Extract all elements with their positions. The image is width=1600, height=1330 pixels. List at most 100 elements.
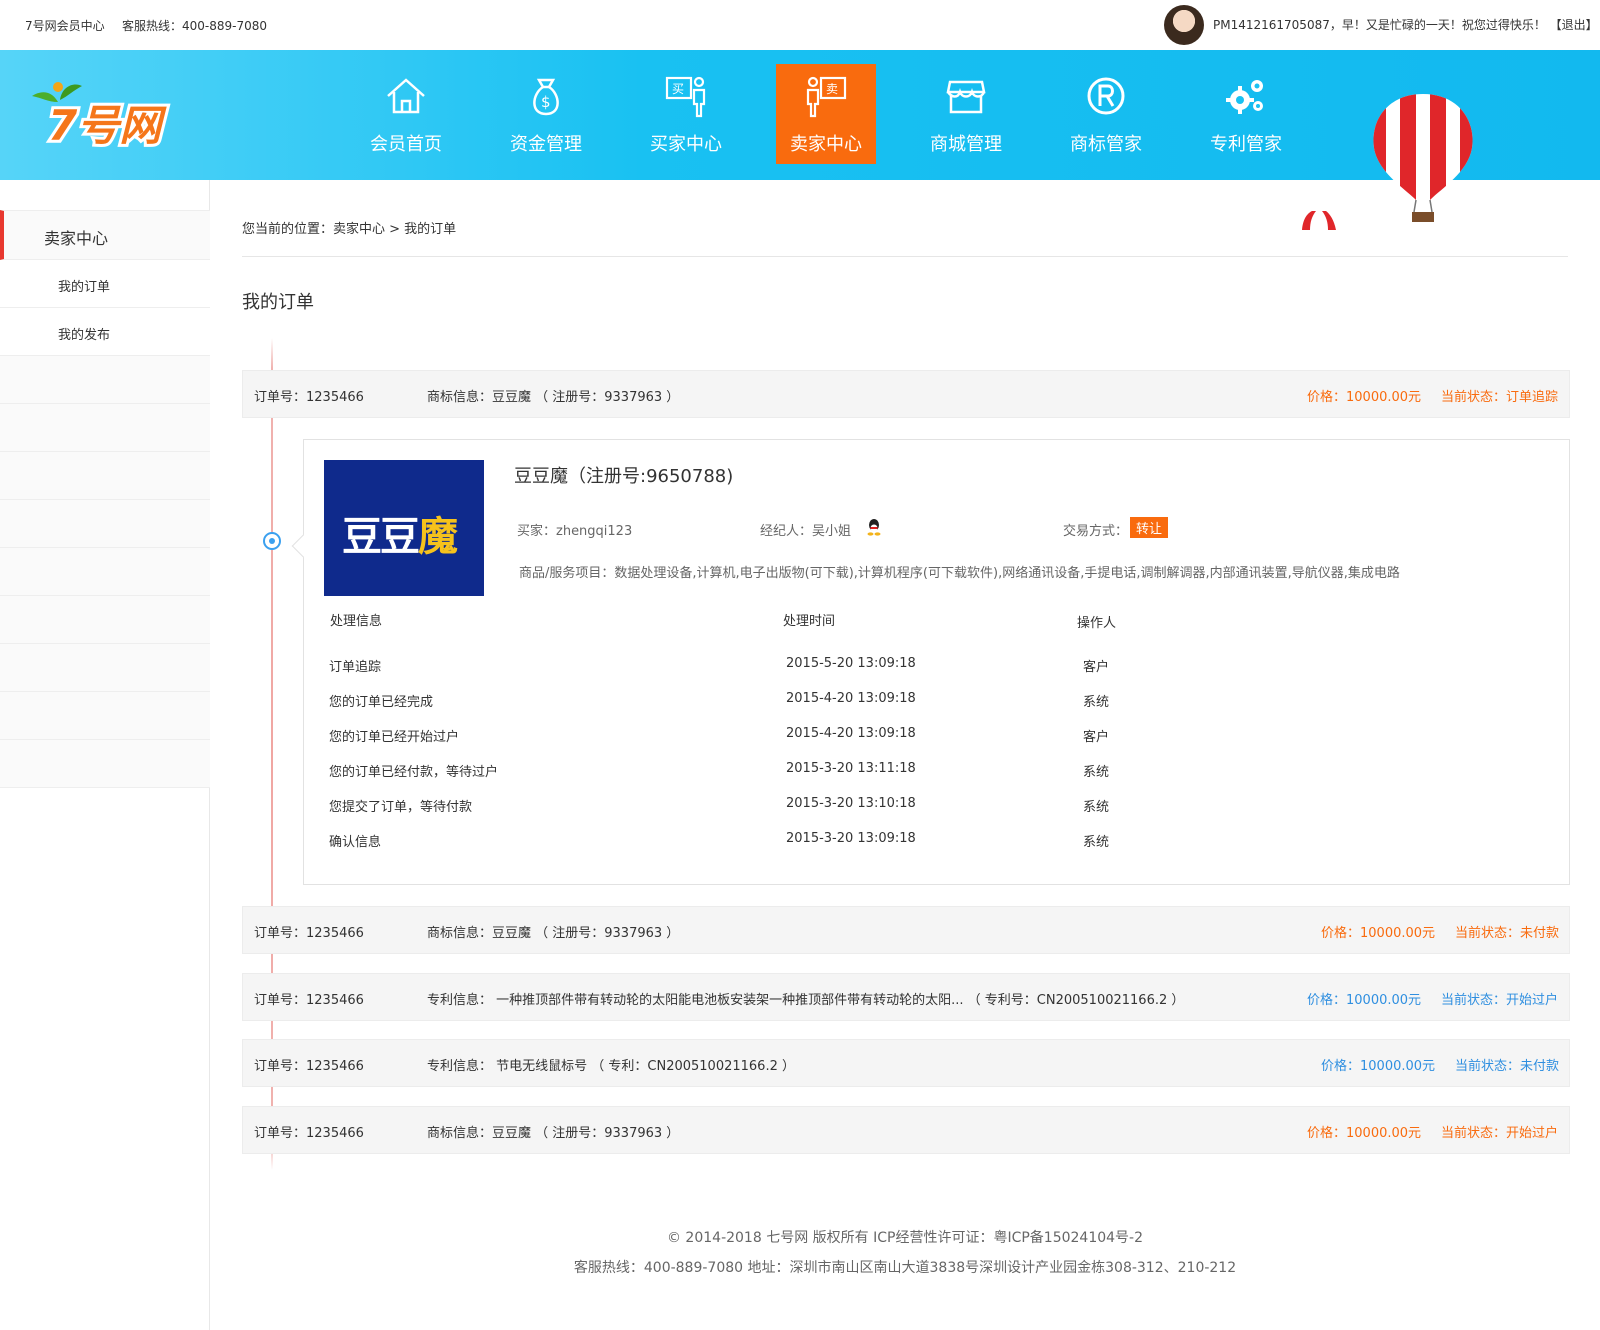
buyer-info: 买家：zhengqi123 (517, 524, 633, 539)
sidebar: 卖家中心 我的订单 我的发布 (0, 180, 210, 1330)
site-name[interactable]: 7号网会员中心 (25, 17, 105, 34)
log-row: 确认信息 2015-3-20 13:09:18 系统 (304, 823, 1571, 857)
order-row[interactable]: 订单号：1235466 专利信息： 节电无线鼠标号 （ 专利：CN2005100… (242, 1039, 1570, 1087)
greeting-text: PM1412161705087，早！又是忙碌的一天！祝您过得快乐！ (1213, 18, 1546, 32)
sidebar-header-label: 卖家中心 (44, 229, 109, 248)
log-operator: 系统 (1083, 800, 1110, 815)
svg-text:买: 买 (672, 82, 684, 96)
sidebar-spacer (0, 452, 210, 500)
log-time: 2015-3-20 13:11:18 (786, 761, 916, 776)
log-row: 您提交了订单，等待付款 2015-3-20 13:10:18 系统 (304, 788, 1571, 822)
trade-method-badge: 转让 (1130, 517, 1169, 538)
nav-funds[interactable]: $ 资金管理 (496, 64, 596, 164)
seller-icon: 卖 (806, 76, 847, 118)
qq-icon[interactable] (866, 518, 882, 536)
sidebar-item-label: 我的发布 (58, 328, 111, 343)
breadcrumb: 您当前的位置：卖家中心 > 我的订单 (242, 222, 457, 237)
svg-text:卖: 卖 (826, 82, 838, 96)
log-operator: 系统 (1083, 835, 1110, 850)
trademark-image: 豆豆魔 (324, 460, 484, 596)
log-info: 确认信息 (329, 835, 382, 850)
order-price: 价格：10000.00元 (1307, 1126, 1422, 1141)
order-number: 订单号：1235466 (254, 993, 364, 1008)
goods-services: 商品/服务项目：数据处理设备,计算机,电子出版物(可下载),计算机程序(可下载软… (519, 566, 1400, 581)
log-row: 您的订单已经付款，等待过户 2015-3-20 13:11:18 系统 (304, 753, 1571, 787)
order-status[interactable]: 当前状态：开始过户 (1441, 1122, 1558, 1141)
nav-label: 商标管家 (1070, 134, 1142, 155)
divider (242, 256, 1568, 257)
hotline-text: 客服热线：400-889-7080 (122, 19, 268, 33)
nav-label: 会员首页 (370, 134, 442, 155)
log-operator: 系统 (1083, 695, 1110, 710)
trademark-image-text: 豆豆魔 (342, 504, 458, 562)
nav-label: 买家中心 (650, 134, 722, 155)
log-time: 2015-3-20 13:09:18 (786, 831, 916, 846)
registered-icon (1087, 77, 1125, 115)
sidebar-spacer (0, 404, 210, 452)
log-row: 您的订单已经开始过户 2015-4-20 13:09:18 客户 (304, 718, 1571, 752)
nav-home[interactable]: 会员首页 (356, 64, 456, 164)
nav-label: 专利管家 (1210, 134, 1282, 155)
log-row: 订单追踪 2015-5-20 13:09:18 客户 (304, 648, 1571, 682)
sidebar-item-label: 我的订单 (58, 280, 111, 295)
order-status[interactable]: 当前状态：订单追踪 (1441, 386, 1558, 405)
card-pointer (291, 534, 315, 558)
order-price: 价格：10000.00元 (1321, 926, 1436, 941)
nav-mall[interactable]: 商城管理 (916, 64, 1016, 164)
log-info: 您的订单已经付款，等待过户 (329, 765, 499, 780)
nav-buyer[interactable]: 买 买家中心 (636, 64, 736, 164)
svg-text:$: $ (541, 93, 551, 111)
nav-label: 商城管理 (930, 134, 1002, 155)
page-title: 我的订单 (242, 292, 314, 313)
trademark-text-a: 豆豆 (342, 514, 420, 560)
order-number: 订单号：1235466 (254, 1126, 364, 1141)
nav-trademark[interactable]: 商标管家 (1056, 64, 1156, 164)
logo-text: 7号网 (48, 101, 167, 148)
order-number: 订单号：1235466 (254, 1059, 364, 1074)
order-status[interactable]: 当前状态：未付款 (1455, 922, 1559, 941)
home-icon (387, 78, 425, 114)
footer-contact: 客服热线：400-889-7080 地址：深圳市南山区南山大道3838号深圳设计… (573, 1260, 1237, 1276)
greeting: PM1412161705087，早！又是忙碌的一天！祝您过得快乐！ 【退出】 (1213, 16, 1598, 33)
balloon-decoration (1373, 94, 1473, 222)
store-icon (946, 80, 986, 114)
sidebar-spacer (0, 596, 210, 644)
timeline-dot-icon (263, 532, 281, 550)
order-status[interactable]: 当前状态：开始过户 (1441, 989, 1558, 1008)
order-price: 价格：10000.00元 (1307, 390, 1422, 405)
log-operator: 客户 (1083, 660, 1110, 675)
user-avatar[interactable] (1164, 5, 1204, 45)
log-operator: 系统 (1083, 765, 1110, 780)
order-row[interactable]: 订单号：1235466 专利信息： 一种推顶部件带有转动轮的太阳能电池板安装架一… (242, 973, 1570, 1021)
sidebar-item-my-posts[interactable]: 我的发布 (0, 308, 210, 356)
order-info: 商标信息：豆豆魔 （ 注册号：9337963 ） (427, 390, 680, 405)
log-time: 2015-4-20 13:09:18 (786, 691, 916, 706)
logout-link[interactable]: 【退出】 (1550, 18, 1598, 32)
gears-icon (1226, 80, 1263, 114)
log-header-operator: 操作人 (1077, 616, 1117, 631)
order-status[interactable]: 当前状态：未付款 (1455, 1055, 1559, 1074)
balloon-decoration-small (1294, 210, 1346, 230)
money-bag-icon: $ (533, 78, 559, 116)
order-row[interactable]: 订单号：1235466 商标信息：豆豆魔 （ 注册号：9337963 ） 价格：… (242, 906, 1570, 954)
sidebar-spacer (0, 356, 210, 404)
header-banner: 7号网 7号网 会员首页 $ 资金管理 买 买家中心 卖 卖家中心 商城管理 商… (0, 50, 1600, 230)
nav-label: 卖家中心 (790, 134, 862, 155)
log-time: 2015-5-20 13:09:18 (786, 656, 916, 671)
log-time: 2015-4-20 13:09:18 (786, 726, 916, 741)
order-row[interactable]: 订单号：1235466 商标信息：豆豆魔 （ 注册号：9337963 ） 价格：… (242, 1106, 1570, 1154)
site-logo[interactable]: 7号网 7号网 (28, 78, 188, 148)
sidebar-item-my-orders[interactable]: 我的订单 (0, 260, 210, 308)
trademark-title: 豆豆魔（注册号:9650788) (514, 466, 734, 487)
nav-seller[interactable]: 卖 卖家中心 (776, 64, 876, 164)
nav-patent[interactable]: 专利管家 (1196, 64, 1296, 164)
log-row: 您的订单已经完成 2015-4-20 13:09:18 系统 (304, 683, 1571, 717)
sidebar-spacer (0, 692, 210, 740)
trade-method-label: 交易方式： (1063, 524, 1129, 539)
order-info: 专利信息： 节电无线鼠标号 （ 专利：CN200510021166.2 ） (427, 1059, 795, 1074)
top-bar: 7号网会员中心 客服热线：400-889-7080 PM141216170508… (0, 0, 1600, 50)
sidebar-header[interactable]: 卖家中心 (0, 210, 210, 260)
order-row[interactable]: 订单号：1235466 商标信息：豆豆魔 （ 注册号：9337963 ） 价格：… (242, 370, 1570, 418)
agent-info: 经纪人：吴小姐 (760, 524, 852, 539)
sidebar-spacer (0, 644, 210, 692)
